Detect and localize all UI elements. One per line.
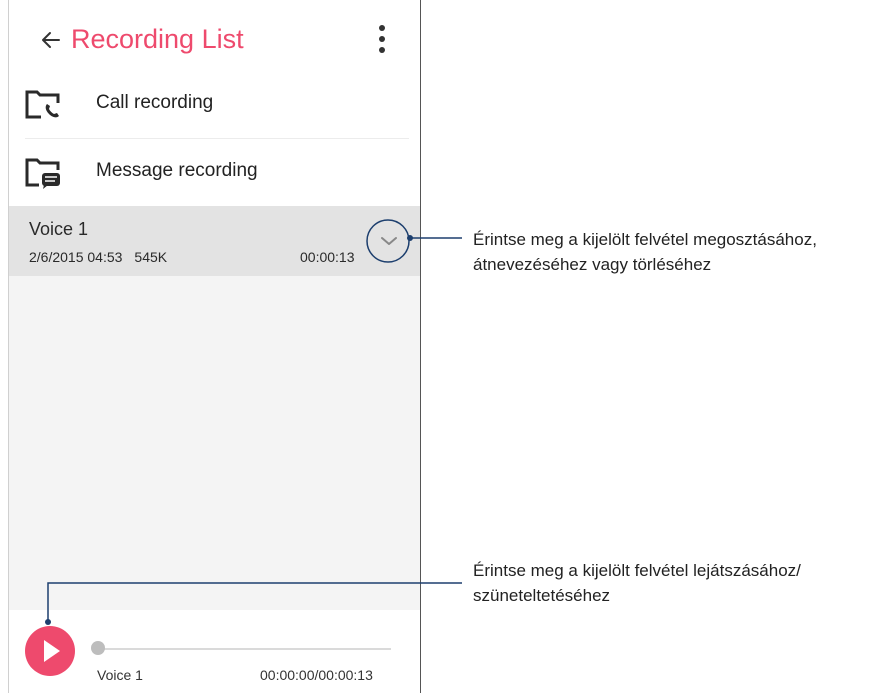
recording-size: 545K — [134, 249, 168, 265]
recording-name: Voice 1 — [29, 219, 89, 239]
annotation-line: szüneteltetéséhez — [473, 586, 611, 605]
folder-label: Call recording — [96, 92, 214, 113]
recording-list-item[interactable]: Voice 1 2/6/2015 04:53 545K 00:00:13 — [9, 206, 420, 276]
folder-label: Message recording — [96, 160, 258, 181]
recording-date: 2/6/2015 04:53 — [29, 249, 123, 265]
arrow-left-icon[interactable] — [37, 26, 65, 54]
recording-meta: 2/6/2015 04:53 545K — [29, 249, 167, 265]
annotation-play: Érintse meg a kijelölt felvétel lejátszá… — [473, 558, 801, 608]
audio-player: Voice 1 00:00:00/00:00:13 — [9, 610, 420, 693]
app-header: Recording List Call recording Message re… — [9, 0, 420, 206]
play-icon[interactable] — [25, 626, 75, 676]
chevron-down-icon[interactable] — [371, 223, 407, 259]
folder-call-recording[interactable]: Call recording — [9, 70, 409, 138]
player-track-name: Voice 1 — [97, 667, 143, 683]
more-vert-icon[interactable] — [374, 22, 390, 56]
page-title: Recording List — [71, 24, 244, 54]
seek-handle[interactable] — [91, 641, 105, 655]
phone-screen: Recording List Call recording Message re… — [8, 0, 421, 693]
annotation-line: Érintse meg a kijelölt felvétel lejátszá… — [473, 561, 801, 580]
player-time: 00:00:00/00:00:13 — [260, 667, 373, 683]
annotation-line: átnevezéséhez vagy törléséhez — [473, 255, 712, 274]
seek-bar[interactable] — [97, 648, 391, 650]
call-folder-icon — [25, 90, 61, 122]
annotation-expand: Érintse meg a kijelölt felvétel megosztá… — [473, 227, 817, 277]
annotation-line: Érintse meg a kijelölt felvétel megosztá… — [473, 230, 817, 249]
message-folder-icon — [25, 158, 61, 190]
folder-message-recording[interactable]: Message recording — [9, 138, 409, 206]
recording-duration: 00:00:13 — [300, 249, 355, 265]
